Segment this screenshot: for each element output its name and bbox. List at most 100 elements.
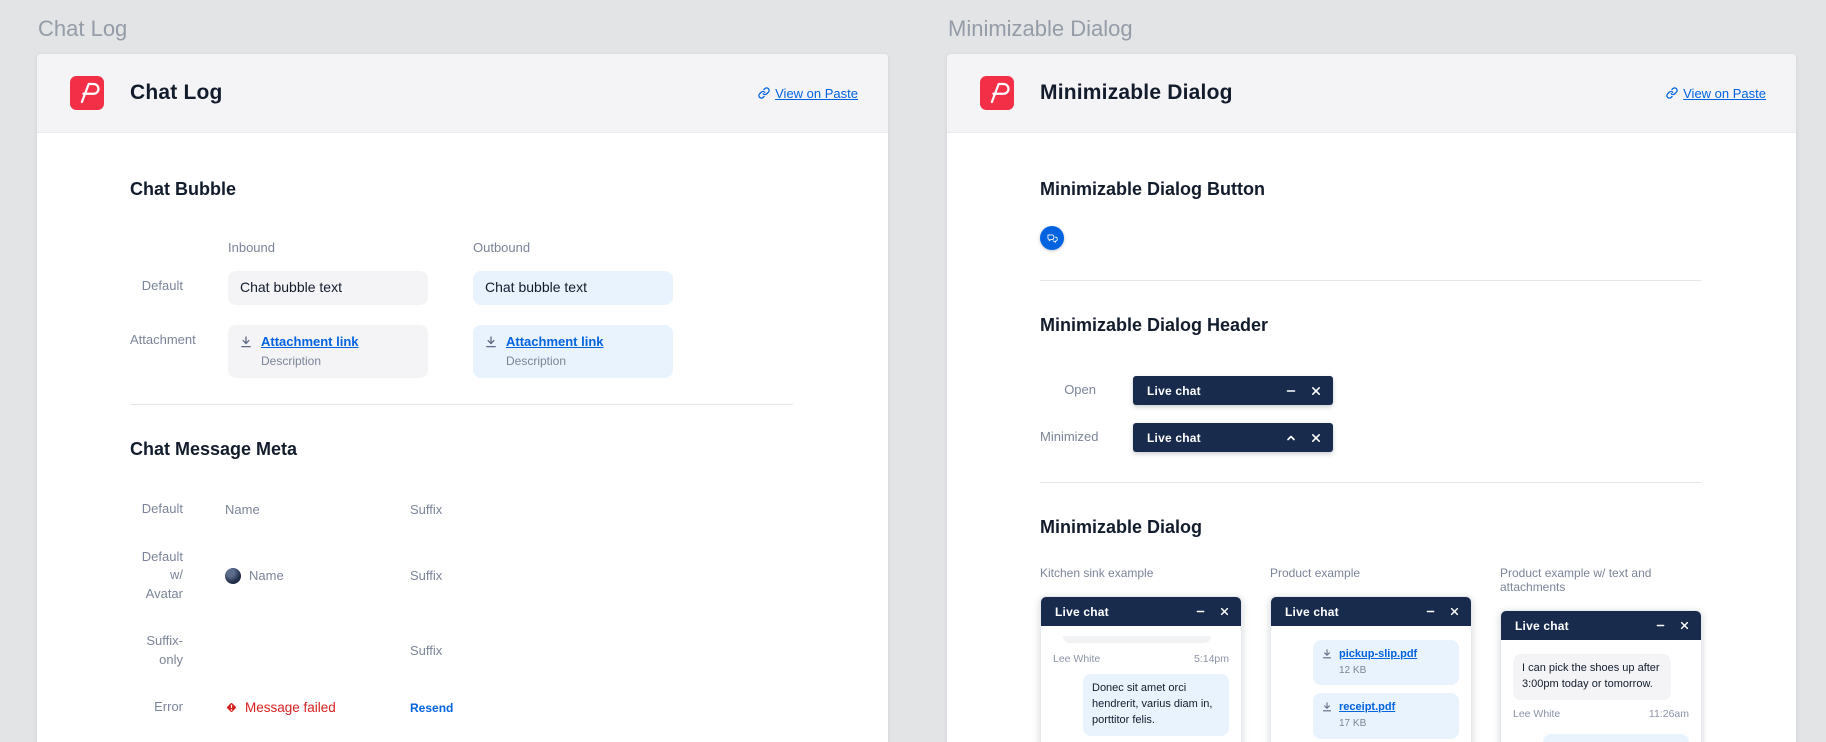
outbound-column-label: Outbound (473, 240, 673, 255)
minimize-button[interactable] (1196, 607, 1205, 616)
link-icon (1666, 87, 1678, 99)
dialog-header[interactable]: Live chat (1501, 611, 1701, 640)
chat-log-card-header: Chat Log View on Paste (37, 54, 888, 133)
section-divider (130, 404, 793, 405)
meta-suffix: Suffix (410, 502, 610, 517)
message-time: 11:26am (1649, 708, 1689, 720)
minimize-button[interactable] (1656, 621, 1665, 630)
dialog-title: Live chat (1147, 384, 1201, 398)
chat-log[interactable]: I can pick the shoes up after 3:00pm tod… (1501, 640, 1701, 742)
dialog-title: Live chat (1055, 605, 1109, 619)
row-label-attachment: Attachment (130, 325, 183, 350)
dialog-title: Live chat (1147, 431, 1201, 445)
link-icon (758, 87, 770, 99)
attachment-description: Description (506, 353, 604, 370)
attachment-description: Description (261, 353, 359, 370)
download-icon (1322, 702, 1332, 712)
view-on-paste-link[interactable]: View on Paste (1666, 86, 1766, 101)
outbound-message: Great, I went ahead and reserved the sho… (1543, 734, 1689, 742)
close-icon (1311, 433, 1321, 443)
dialog-header[interactable]: Live chat (1041, 597, 1241, 626)
chat-bubble-inbound: Chat bubble text (228, 271, 428, 305)
meta-row-suffix-only: Suffix-only Suffix (130, 632, 793, 670)
meta-name: Name (249, 568, 284, 583)
chat-bubble-heading: Chat Bubble (130, 179, 793, 200)
message-author: Lee White (1053, 653, 1100, 665)
outbound-attachment: pickup-slip.pdf 12 KB (1313, 640, 1459, 685)
chat-attachment-outbound: Attachment link Description (473, 325, 673, 378)
example-label: Kitchen sink example (1040, 566, 1242, 580)
example-kitchen-sink: Kitchen sink example Live chat (1040, 566, 1242, 742)
dialog-header-heading: Minimizable Dialog Header (1040, 315, 1701, 336)
message-time: 5:14pm (1194, 653, 1229, 665)
example-label: Product example (1270, 566, 1472, 580)
download-icon (485, 336, 497, 348)
dialog-examples-heading: Minimizable Dialog (1040, 517, 1701, 538)
chat-dialog-window: Live chat Lee White 5:14pm (1040, 596, 1242, 742)
chat-log-panel: Chat Log Chat Log View on Paste Chat Bub… (37, 14, 888, 742)
attachment-size: 17 KB (1339, 717, 1395, 732)
expand-button[interactable] (1286, 433, 1296, 443)
close-icon (1220, 607, 1229, 616)
chat-log-panel-title: Chat Log (38, 16, 888, 42)
minimizable-dialog-card-body: Minimizable Dialog Button Minimizable Di… (947, 133, 1796, 742)
meta-name: Name (225, 502, 260, 517)
section-divider (1040, 280, 1701, 281)
meta-row-default-avatar: Default w/ Avatar Name Suffix (130, 548, 793, 605)
scrolled-bubble-fragment (1063, 636, 1211, 643)
minimizable-dialog-panel: Minimizable Dialog Minimizable Dialog Vi… (947, 14, 1796, 742)
close-button[interactable] (1220, 607, 1229, 616)
outbound-attachment: receipt.pdf 17 KB (1313, 693, 1459, 738)
minimizable-dialog-panel-title: Minimizable Dialog (948, 16, 1796, 42)
attachment-size: 12 KB (1339, 664, 1417, 679)
close-icon (1680, 621, 1689, 630)
example-label: Product example w/ text and attachments (1500, 566, 1702, 594)
close-button[interactable] (1311, 386, 1321, 396)
message-author: Lee White (1513, 708, 1560, 720)
chat-bubble-attachment-row: Attachment Attachment link Description A… (130, 325, 793, 378)
row-label: Default (130, 500, 183, 519)
download-icon (1322, 649, 1332, 659)
minimize-button[interactable] (1286, 386, 1296, 396)
dialog-header[interactable]: Live chat (1271, 597, 1471, 626)
attachment-link[interactable]: receipt.pdf (1339, 700, 1395, 716)
chat-dialog-window: Live chat pickup-slip.p (1270, 596, 1472, 742)
example-product-text-attachments: Product example w/ text and attachments … (1500, 566, 1702, 742)
dialog-button-heading: Minimizable Dialog Button (1040, 179, 1701, 200)
chat-bubble-outbound: Chat bubble text (473, 271, 673, 305)
dialog-examples: Kitchen sink example Live chat (1040, 566, 1701, 742)
avatar (225, 568, 241, 584)
minimize-button[interactable] (1426, 607, 1435, 616)
close-button[interactable] (1311, 433, 1321, 443)
chat-bubble-column-headers: Inbound Outbound (130, 240, 793, 255)
card-title: Chat Log (130, 81, 223, 105)
close-icon (1450, 607, 1459, 616)
minimizable-dialog-button[interactable] (1040, 226, 1064, 250)
minimizable-dialog-card-header: Minimizable Dialog View on Paste (947, 54, 1796, 133)
attachment-link[interactable]: Attachment link (261, 333, 359, 351)
minus-icon (1196, 607, 1205, 616)
chat-bubble-default-row: Default Chat bubble text Chat bubble tex… (130, 271, 793, 305)
paste-logo-icon (70, 76, 104, 110)
chat-log[interactable]: pickup-slip.pdf 12 KB receipt.pdf 17 KB (1271, 626, 1471, 742)
download-icon (240, 336, 252, 348)
attachment-link[interactable]: Attachment link (506, 333, 604, 351)
dialog-header-open-row: Open Live chat (1040, 376, 1701, 405)
view-on-paste-link[interactable]: View on Paste (758, 86, 858, 101)
row-label: Error (130, 698, 183, 717)
view-link-label: View on Paste (775, 86, 858, 101)
meta-row-error: Error Message failed Resend (130, 698, 793, 718)
close-button[interactable] (1450, 607, 1459, 616)
card-title: Minimizable Dialog (1040, 81, 1233, 105)
close-button[interactable] (1680, 621, 1689, 630)
resend-link[interactable]: Resend (410, 701, 610, 715)
chat-log[interactable]: Lee White 5:14pm Donec sit amet orci hen… (1041, 626, 1241, 742)
view-link-label: View on Paste (1683, 86, 1766, 101)
meta-suffix: Suffix (410, 568, 610, 583)
minus-icon (1286, 386, 1296, 396)
attachment-link[interactable]: pickup-slip.pdf (1339, 647, 1417, 663)
row-label: Suffix-only (130, 632, 183, 670)
chat-log-card: Chat Log View on Paste Chat Bubble Inbou… (37, 54, 888, 742)
dialog-header-minimized: Live chat (1133, 423, 1333, 452)
minus-icon (1426, 607, 1435, 616)
